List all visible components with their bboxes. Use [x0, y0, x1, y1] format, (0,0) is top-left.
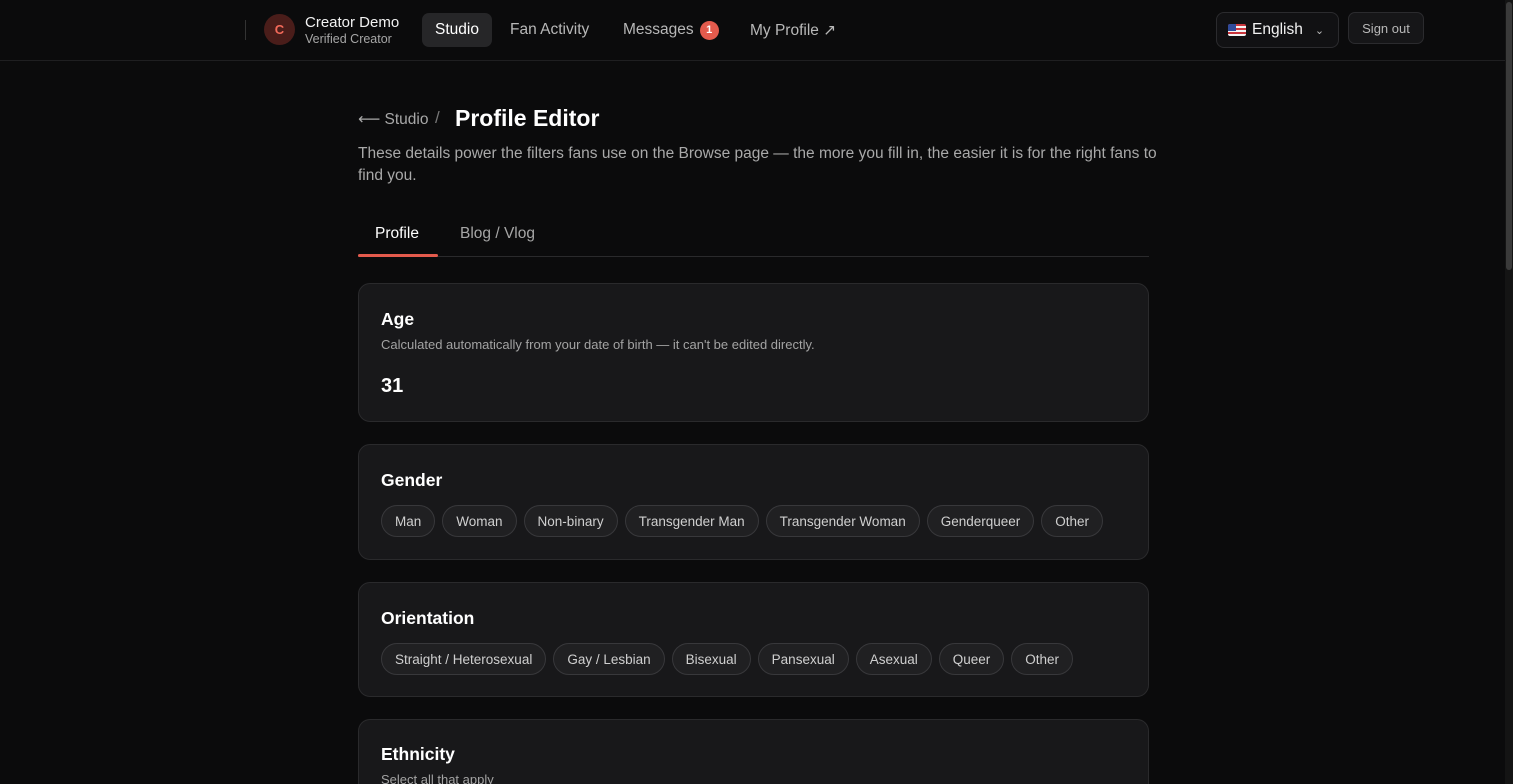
gender-chip[interactable]: Genderqueer: [926, 505, 1035, 537]
active-tab-indicator: [358, 254, 438, 257]
gender-chip[interactable]: Transgender Woman: [765, 505, 920, 537]
age-hint: Calculated automatically from your date …: [381, 337, 815, 352]
chevron-down-icon: ⌄: [1314, 24, 1325, 37]
gender-card: Gender Man Woman Non-binary Transgender …: [358, 444, 1149, 560]
top-nav-bar: C Creator Demo Verified Creator Studio F…: [0, 0, 1505, 61]
gender-options: Man Woman Non-binary Transgender Man Tra…: [381, 505, 1104, 537]
nav-studio-label: Studio: [435, 21, 479, 38]
user-subtitle: Verified Creator: [305, 32, 392, 46]
us-flag-icon: [1228, 24, 1246, 36]
orientation-title: Orientation: [381, 608, 475, 628]
nav-fan-activity-label: Fan Activity: [510, 21, 590, 38]
sign-out-button[interactable]: Sign out: [1348, 12, 1424, 44]
orientation-chip[interactable]: Queer: [938, 643, 1005, 675]
orientation-chip[interactable]: Pansexual: [757, 643, 849, 675]
gender-chip[interactable]: Man: [381, 505, 436, 537]
orientation-chip[interactable]: Asexual: [855, 643, 932, 675]
orientation-chip[interactable]: Bisexual: [671, 643, 751, 675]
gender-chip[interactable]: Transgender Man: [624, 505, 759, 537]
tab-bar: Profile Blog / Vlog: [358, 214, 1149, 257]
breadcrumb-separator: /: [435, 108, 440, 127]
nav-my-profile-label: My Profile ↗: [750, 21, 837, 39]
nav-divider: [245, 20, 246, 40]
nav-my-profile[interactable]: My Profile ↗: [737, 13, 849, 47]
nav-studio[interactable]: Studio: [422, 13, 492, 47]
nav-fan-activity[interactable]: Fan Activity: [497, 13, 602, 47]
language-select[interactable]: English ⌄: [1216, 12, 1339, 48]
user-name: Creator Demo: [305, 14, 400, 31]
orientation-card: Orientation Straight / Heterosexual Gay …: [358, 582, 1149, 697]
age-value: 31: [381, 375, 404, 397]
tab-blog-vlog[interactable]: Blog / Vlog: [460, 214, 535, 257]
orientation-chip[interactable]: Other: [1011, 643, 1074, 675]
nav-messages-label: Messages: [623, 21, 694, 38]
language-label: English: [1252, 21, 1303, 38]
nav-messages[interactable]: Messages 1: [610, 13, 732, 47]
scrollbar-thumb[interactable]: [1506, 2, 1512, 270]
orientation-chip[interactable]: Gay / Lesbian: [553, 643, 665, 675]
avatar[interactable]: C: [264, 14, 295, 45]
ethnicity-hint: Select all that apply: [381, 772, 494, 784]
age-title: Age: [381, 309, 415, 329]
page-description: These details power the filters fans use…: [358, 145, 1157, 184]
age-card: Age Calculated automatically from your d…: [358, 283, 1149, 422]
breadcrumb-back-link[interactable]: ⟵ Studio: [358, 110, 428, 129]
unread-badge: 1: [699, 20, 719, 40]
gender-chip[interactable]: Non-binary: [523, 505, 618, 537]
tab-profile[interactable]: Profile: [375, 214, 419, 257]
orientation-chip[interactable]: Straight / Heterosexual: [381, 643, 547, 675]
page-title: Profile Editor: [455, 105, 600, 131]
gender-title: Gender: [381, 470, 443, 490]
ethnicity-card: Ethnicity Select all that apply: [358, 719, 1149, 784]
orientation-options: Straight / Heterosexual Gay / Lesbian Bi…: [381, 643, 1074, 675]
gender-chip[interactable]: Other: [1041, 505, 1104, 537]
ethnicity-title: Ethnicity: [381, 744, 455, 764]
gender-chip[interactable]: Woman: [442, 505, 517, 537]
